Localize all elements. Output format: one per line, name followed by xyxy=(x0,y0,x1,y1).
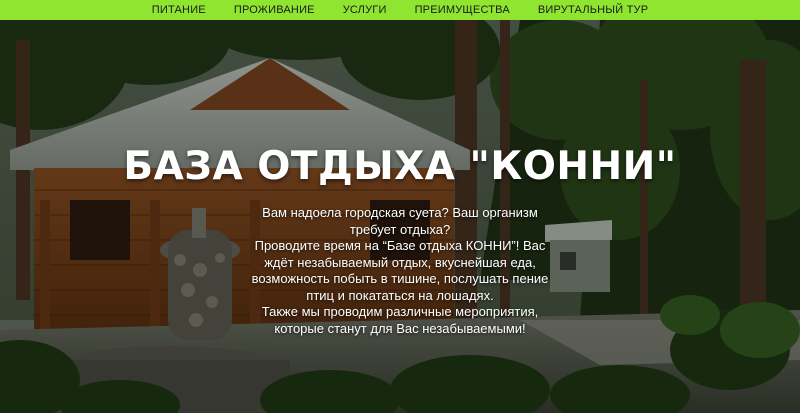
hero-description-line: Вам надоела городская суета? Ваш организ… xyxy=(262,205,538,237)
nav-menu: ПИТАНИЕ ПРОЖИВАНИЕ УСЛУГИ ПРЕИМУЩЕСТВА В… xyxy=(138,4,663,16)
nav-item-services[interactable]: УСЛУГИ xyxy=(329,4,401,16)
hero-section: БАЗА ОТДЫХА "КОННИ" Вам надоела городска… xyxy=(0,20,800,413)
hero-description-line: Также мы проводим различные мероприятия,… xyxy=(261,304,539,336)
nav-item-advantages[interactable]: ПРЕИМУЩЕСТВА xyxy=(401,4,524,16)
page: ПИТАНИЕ ПРОЖИВАНИЕ УСЛУГИ ПРЕИМУЩЕСТВА В… xyxy=(0,0,800,413)
top-navigation: ПИТАНИЕ ПРОЖИВАНИЕ УСЛУГИ ПРЕИМУЩЕСТВА В… xyxy=(0,0,800,20)
hero-title: БАЗА ОТДЫХА "КОННИ" xyxy=(123,144,677,189)
hero-description: Вам надоела городская суета? Ваш организ… xyxy=(248,205,552,337)
nav-item-accommodation[interactable]: ПРОЖИВАНИЕ xyxy=(220,4,329,16)
nav-item-food[interactable]: ПИТАНИЕ xyxy=(138,4,220,16)
nav-item-virtual-tour[interactable]: ВИРУТАЛЬНЫЙ ТУР xyxy=(524,4,662,16)
hero-description-line: Проводите время на “Базе отдыха КОННИ”! … xyxy=(251,238,549,303)
